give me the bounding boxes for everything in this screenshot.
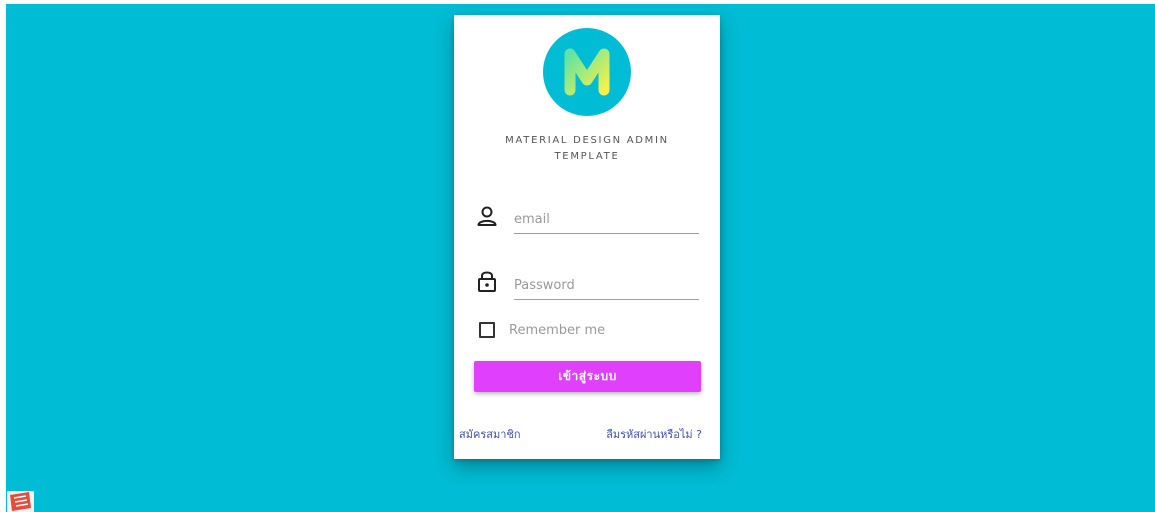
password-field[interactable]: [514, 271, 699, 300]
forgot-password-link[interactable]: ลืมรหัสผ่านหรือไม่ ?: [606, 425, 702, 443]
lock-icon: [478, 271, 496, 292]
login-card: M MATERIAL DESIGN ADMIN TEMPLATE Remembe…: [454, 15, 720, 459]
page-background: M MATERIAL DESIGN ADMIN TEMPLATE Remembe…: [6, 4, 1155, 512]
logo-icon: M: [543, 28, 631, 116]
register-link[interactable]: สมัครสมาชิก: [459, 425, 521, 443]
login-button[interactable]: เข้าสู่ระบบ: [474, 361, 701, 392]
remember-me-row: Remember me: [479, 322, 605, 338]
remember-me-label[interactable]: Remember me: [509, 323, 605, 338]
user-icon: [477, 206, 497, 226]
email-field[interactable]: [514, 205, 699, 234]
remember-me-checkbox[interactable]: [479, 322, 495, 338]
corner-badge-icon[interactable]: [7, 491, 34, 512]
app-title: MATERIAL DESIGN ADMIN TEMPLATE: [505, 135, 669, 162]
